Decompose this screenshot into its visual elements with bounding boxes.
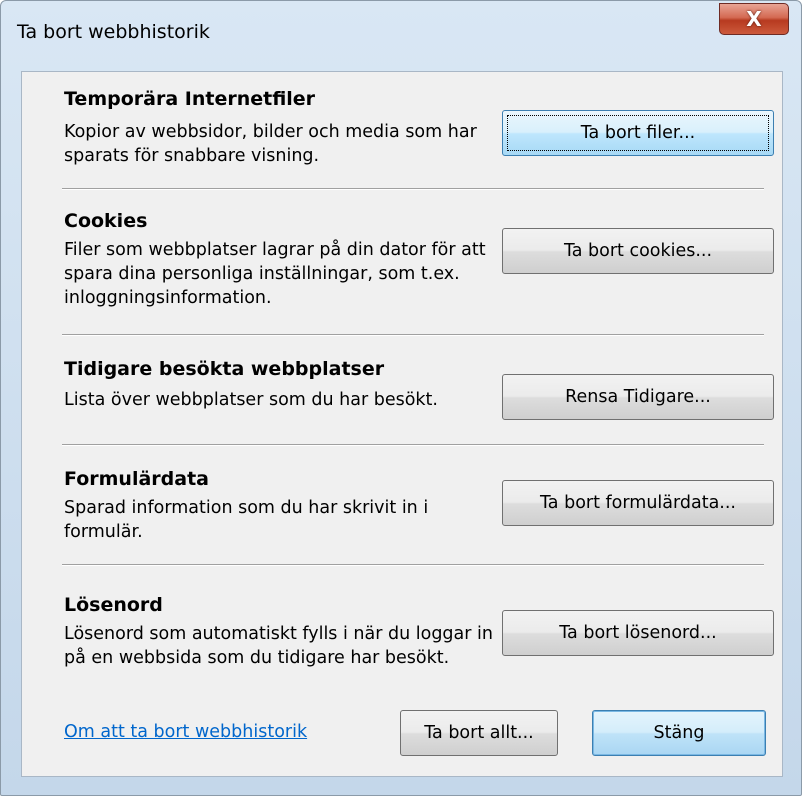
dialog-content: Temporära Internetfiler Kopior av webbsi… [21, 71, 783, 777]
delete-cookies-button[interactable]: Ta bort cookies... [502, 228, 774, 274]
form-data-description: Sparad information som du har skrivit in… [64, 498, 429, 542]
divider [62, 444, 764, 446]
divider [62, 188, 764, 190]
cookies-description: Filer som webbplatser lagrar på din dato… [64, 240, 486, 308]
window-title: Ta bort webbhistorik [17, 21, 210, 43]
delete-browsing-history-dialog: Ta bort webbhistorik X Temporära Interne… [0, 0, 802, 796]
temp-files-description: Kopior av webbsidor, bilder och media so… [64, 122, 477, 166]
title-bar: Ta bort webbhistorik X [1, 1, 801, 71]
cookies-title: Cookies [64, 210, 148, 232]
delete-form-data-button[interactable]: Ta bort formulärdata... [502, 480, 774, 526]
temp-files-title: Temporära Internetfiler [64, 88, 316, 110]
clear-history-button[interactable]: Rensa Tidigare... [502, 374, 774, 420]
close-icon: X [746, 7, 762, 31]
delete-files-button[interactable]: Ta bort filer... [502, 110, 774, 156]
history-title: Tidigare besökta webbplatser [64, 358, 385, 380]
form-data-title: Formulärdata [64, 468, 209, 490]
passwords-title: Lösenord [64, 594, 163, 616]
close-button[interactable]: Stäng [592, 710, 766, 756]
divider [62, 564, 764, 566]
history-description: Lista över webbplatser som du har besökt… [64, 390, 438, 410]
divider [62, 334, 764, 336]
help-link[interactable]: Om att ta bort webbhistorik [64, 722, 307, 742]
passwords-description: Lösenord som automatiskt fylls i när du … [64, 624, 493, 668]
close-window-button[interactable]: X [719, 3, 789, 35]
delete-all-button[interactable]: Ta bort allt... [400, 710, 558, 756]
delete-passwords-button[interactable]: Ta bort lösenord... [502, 610, 774, 656]
